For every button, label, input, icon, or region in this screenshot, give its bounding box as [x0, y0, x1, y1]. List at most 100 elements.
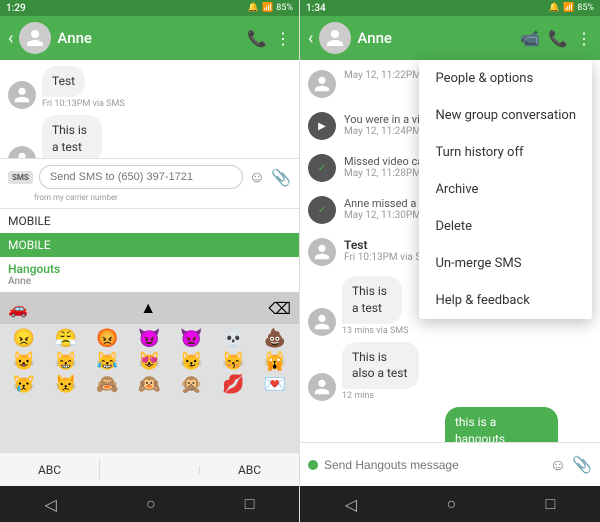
- emoji-20[interactable]: 💋: [213, 374, 253, 395]
- emoji-7[interactable]: 💩: [255, 328, 295, 349]
- right-message-input[interactable]: [324, 458, 544, 472]
- message-input[interactable]: [39, 165, 243, 189]
- left-time: 1:29: [6, 3, 26, 14]
- right-app-bar: ‹ Anne 📹 📞 ⋮: [300, 16, 600, 60]
- right-attach-icon[interactable]: 📎: [572, 455, 592, 474]
- right-video-icon[interactable]: 📹: [520, 29, 540, 48]
- emoji-18[interactable]: 🙉: [130, 374, 170, 395]
- left-call-icon[interactable]: 📞: [247, 29, 267, 48]
- left-notification-icon: 🔔: [248, 3, 259, 13]
- right-avatar-4: ✓: [308, 196, 336, 224]
- dropdown-item-new-group[interactable]: New group conversation: [419, 97, 592, 134]
- bubble-2: This is a test: [42, 115, 102, 158]
- right-msg-text-7: This is also a test: [352, 350, 407, 381]
- input-row: SMS ☺ 📎: [8, 165, 291, 189]
- dropdown-item-delete[interactable]: Delete: [419, 208, 592, 245]
- carrier-note: from my carrier number: [34, 193, 291, 202]
- right-bubble-8: this is a hangouts message: [445, 407, 558, 442]
- emoji-3[interactable]: 😡: [88, 328, 128, 349]
- dropdown-item-unmerge[interactable]: Un-merge SMS: [419, 245, 592, 282]
- right-avatar-5: [308, 238, 336, 266]
- dropdown-item-help[interactable]: Help & feedback: [419, 282, 592, 319]
- autocomplete-item-3[interactable]: Hangouts Anne: [0, 257, 299, 292]
- suggestion-abc-left[interactable]: ABC: [0, 459, 100, 481]
- left-recents-nav[interactable]: □: [245, 494, 255, 514]
- msg-meta-1: Fri 10:13PM via SMS: [42, 99, 125, 109]
- left-home-nav[interactable]: ○: [146, 494, 156, 514]
- emoji-19[interactable]: 🙊: [171, 374, 211, 395]
- right-status-icons: 🔔 📶 85%: [549, 3, 594, 13]
- avatar-2: [8, 146, 36, 158]
- emoji-9[interactable]: 😸: [46, 351, 86, 372]
- emoji-4[interactable]: 😈: [130, 328, 170, 349]
- right-signal-icon: 📶: [563, 3, 574, 13]
- kb-car-icon[interactable]: 🚗: [8, 299, 28, 318]
- emoji-15[interactable]: 😿: [4, 374, 44, 395]
- keyboard-toolbar: 🚗 ▲ ⌫: [0, 292, 299, 324]
- emoji-21[interactable]: 💌: [255, 374, 295, 395]
- right-notification-icon: 🔔: [549, 3, 560, 13]
- right-panel: 1:34 🔔 📶 85% ‹ Anne 📹 📞 ⋮ May 12, 11:22P…: [300, 0, 600, 522]
- autocomplete-label-2: MOBILE: [8, 238, 51, 252]
- right-contact-avatar: [319, 22, 351, 54]
- suggestion-bar: ABC ABC: [0, 452, 299, 486]
- hangouts-dot: [308, 460, 318, 470]
- left-back-nav[interactable]: ◁: [45, 495, 57, 514]
- left-back-button[interactable]: ‹: [8, 28, 13, 49]
- left-panel: 1:29 🔔 📶 85% ‹ Anne 📞 ⋮ Test: [0, 0, 300, 522]
- right-call-icon[interactable]: 📞: [548, 29, 568, 48]
- right-nav-bar: ◁ ○ □: [300, 486, 600, 522]
- autocomplete-item-2[interactable]: MOBILE: [0, 233, 299, 257]
- dropdown-item-people[interactable]: People & options: [419, 60, 592, 97]
- kb-triangle-icon[interactable]: ▲: [140, 298, 156, 318]
- right-recents-nav[interactable]: □: [546, 494, 556, 514]
- msg-text-2: This is a test: [52, 123, 87, 154]
- emoji-1[interactable]: 😠: [4, 328, 44, 349]
- left-nav-bar: ◁ ○ □: [0, 486, 299, 522]
- emoji-13[interactable]: 😽: [213, 351, 253, 372]
- autocomplete-item-1[interactable]: MOBILE: [0, 209, 299, 233]
- left-input-area: SMS ☺ 📎 from my carrier number: [0, 158, 299, 208]
- right-time: 1:34: [306, 3, 326, 14]
- suggestion-abc-right[interactable]: ABC: [200, 459, 299, 481]
- left-status-bar: 1:29 🔔 📶 85%: [0, 0, 299, 16]
- autocomplete-label-1: MOBILE: [8, 214, 51, 228]
- dropdown-menu: People & options New group conversation …: [419, 60, 592, 319]
- emoji-2[interactable]: 😤: [46, 328, 86, 349]
- right-msg-block-8: this is a hangouts message 12 mins: [392, 407, 558, 442]
- right-home-nav[interactable]: ○: [446, 494, 456, 514]
- dropdown-item-archive[interactable]: Archive: [419, 171, 592, 208]
- left-contact-name: Anne: [57, 29, 241, 47]
- right-bubble-7: This is also a test: [342, 342, 419, 390]
- emoji-6[interactable]: 💀: [213, 328, 253, 349]
- attach-icon[interactable]: 📎: [271, 168, 291, 187]
- emoji-16[interactable]: 😾: [46, 374, 86, 395]
- right-input-area: ☺ 📎: [300, 442, 600, 486]
- left-message-list: Test Fri 10:13PM via SMS This is a test …: [0, 60, 299, 158]
- emoji-8[interactable]: 😺: [4, 351, 44, 372]
- emoji-14[interactable]: 🙀: [255, 351, 295, 372]
- right-back-button[interactable]: ‹: [308, 28, 313, 49]
- right-avatar-7: [308, 373, 336, 401]
- left-more-icon[interactable]: ⋮: [275, 29, 291, 48]
- right-bubble-6: This is a test: [342, 276, 402, 324]
- kb-delete-icon[interactable]: ⌫: [268, 299, 291, 318]
- right-emoji-icon[interactable]: ☺: [550, 455, 566, 475]
- right-msg-meta-7: 12 mins: [342, 391, 374, 401]
- emoji-17[interactable]: 🙈: [88, 374, 128, 395]
- emoji-11[interactable]: 😻: [130, 351, 170, 372]
- emoji-icon[interactable]: ☺: [249, 167, 265, 187]
- autocomplete-dropdown: MOBILE MOBILE Hangouts Anne: [0, 208, 299, 292]
- right-more-icon[interactable]: ⋮: [576, 29, 592, 48]
- right-input-icons: ☺ 📎: [550, 455, 592, 475]
- emoji-12[interactable]: 😼: [171, 351, 211, 372]
- check-icon-4: ✓: [318, 205, 326, 216]
- emoji-5[interactable]: 👿: [171, 328, 211, 349]
- check-icon-3: ✓: [318, 163, 326, 174]
- left-status-icons: 🔔 📶 85%: [248, 3, 293, 13]
- suggestion-middle[interactable]: [100, 466, 200, 474]
- dropdown-item-history[interactable]: Turn history off: [419, 134, 592, 171]
- left-app-bar: ‹ Anne 📞 ⋮: [0, 16, 299, 60]
- emoji-10[interactable]: 😹: [88, 351, 128, 372]
- right-back-nav[interactable]: ◁: [345, 495, 357, 514]
